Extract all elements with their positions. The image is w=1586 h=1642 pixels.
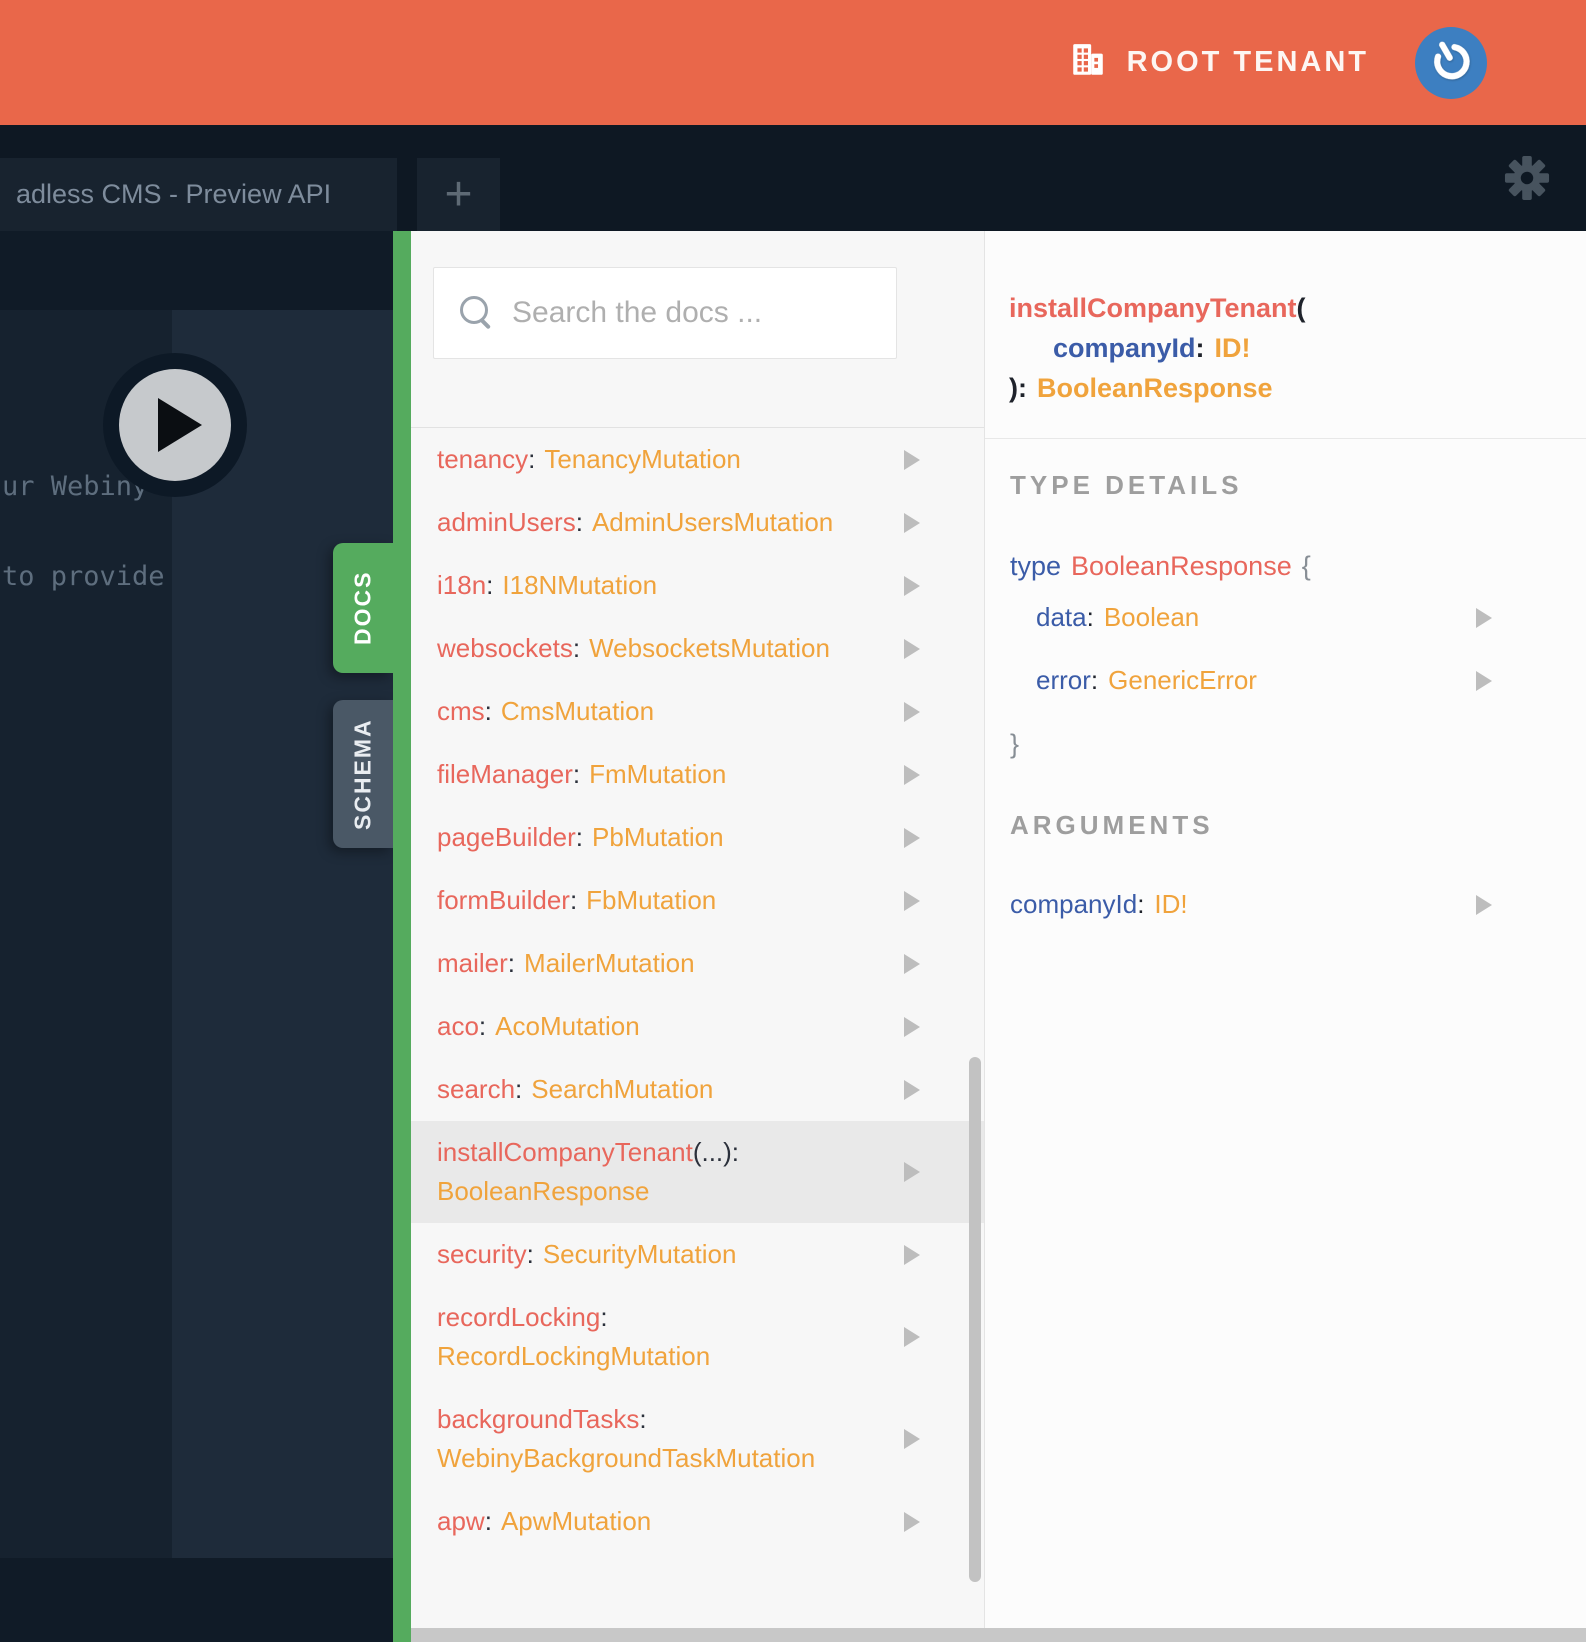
- field-detail-body: TYPE DETAILS type BooleanResponse{ data: B…: [985, 439, 1586, 936]
- docs-panel-accent-strip: [393, 231, 411, 1642]
- tab-bar: adless CMS - Preview API +: [0, 125, 1586, 231]
- docs-field-row-i18n[interactable]: i18n: I18NMutation: [411, 554, 984, 617]
- type-declaration: type BooleanResponse{: [1010, 551, 1311, 581]
- tenant-selector[interactable]: ROOT TENANT: [1069, 41, 1369, 84]
- docs-field-row-security[interactable]: security: SecurityMutation: [411, 1223, 984, 1286]
- expand-arrow-icon: [904, 890, 920, 911]
- session-tab-title: adless CMS - Preview API: [16, 179, 332, 209]
- vertical-scrollbar[interactable]: [969, 1057, 981, 1582]
- top-bar: ROOT TENANT: [0, 0, 1586, 125]
- docs-field-row-adminUsers[interactable]: adminUsers: AdminUsersMutation: [411, 491, 984, 554]
- expand-arrow-icon: [904, 764, 920, 785]
- expand-arrow-icon: [1476, 894, 1492, 915]
- docs-panel: tenancy:TenancyMutation adminUsers:Admin…: [411, 231, 984, 1642]
- app-screen: ROOT TENANT adless CMS - Preview API + u…: [0, 0, 1586, 1642]
- docs-field-row-search[interactable]: search: SearchMutation: [411, 1058, 984, 1121]
- signature-line-3: ): BooleanResponse: [1009, 373, 1273, 403]
- signature-line-1: installCompanyTenant(: [1009, 293, 1306, 323]
- expand-arrow-icon: [904, 701, 920, 722]
- power-icon: [1429, 38, 1473, 87]
- type-field-row-data[interactable]: data: Boolean: [1010, 586, 1586, 649]
- tenant-label: ROOT TENANT: [1126, 46, 1369, 78]
- expand-arrow-icon: [904, 953, 920, 974]
- docs-field-row-mailer[interactable]: mailer: MailerMutation: [411, 932, 984, 995]
- expand-arrow-icon: [904, 827, 920, 848]
- type-details-heading: TYPE DETAILS: [1010, 470, 1243, 500]
- expand-arrow-icon: [904, 1016, 920, 1037]
- search-input[interactable]: [512, 296, 898, 330]
- tab-schema[interactable]: SCHEMA: [333, 700, 393, 848]
- docs-field-row-cms[interactable]: cms: CmsMutation: [411, 680, 984, 743]
- building-icon: [1069, 41, 1107, 84]
- arguments-heading: ARGUMENTS: [1010, 810, 1214, 840]
- expand-arrow-icon: [904, 1244, 920, 1265]
- docs-field-row-aco[interactable]: aco: AcoMutation: [411, 995, 984, 1058]
- docs-field-row-tenancy[interactable]: tenancy: TenancyMutation: [411, 428, 984, 491]
- play-icon: [119, 369, 231, 481]
- tab-docs[interactable]: DOCS: [333, 543, 393, 673]
- expand-arrow-icon: [904, 1429, 920, 1449]
- query-editor-area[interactable]: ur Webiny to provide: [0, 231, 393, 1642]
- search-icon: [460, 296, 494, 330]
- session-tab[interactable]: adless CMS - Preview API: [0, 158, 397, 231]
- expand-arrow-icon: [904, 1079, 920, 1100]
- signature-line-2: companyId: ID!: [1053, 333, 1251, 363]
- execute-query-button[interactable]: [103, 353, 247, 497]
- docs-field-row-recordLocking[interactable]: recordLocking: RecordLockingMutation: [411, 1286, 984, 1388]
- docs-field-row-installCompanyTenant[interactable]: installCompanyTenant(...): BooleanRespons…: [411, 1121, 984, 1223]
- expand-arrow-icon: [904, 575, 920, 596]
- expand-arrow-icon: [1476, 607, 1492, 628]
- avatar[interactable]: [1415, 26, 1487, 99]
- expand-arrow-icon: [904, 1327, 920, 1347]
- docs-search-area: [411, 231, 984, 427]
- field-detail-panel: installCompanyTenant( companyId: ID! ): Bo…: [984, 231, 1586, 1642]
- expand-arrow-icon: [904, 1511, 920, 1532]
- plus-icon: +: [444, 167, 473, 221]
- docs-field-row-fileManager[interactable]: fileManager: FmMutation: [411, 743, 984, 806]
- editor-comment-line: to provide: [2, 561, 165, 592]
- docs-field-row-pageBuilder[interactable]: pageBuilder: PbMutation: [411, 806, 984, 869]
- new-tab-button[interactable]: +: [417, 158, 500, 231]
- argument-row-companyId[interactable]: companyId: ID!: [1010, 873, 1586, 936]
- type-field-row-error[interactable]: error: GenericError: [1010, 649, 1586, 712]
- gear-icon[interactable]: [1504, 155, 1550, 201]
- field-signature: installCompanyTenant( companyId: ID! ): Bo…: [985, 231, 1586, 439]
- docs-field-row-formBuilder[interactable]: formBuilder: FbMutation: [411, 869, 984, 932]
- expand-arrow-icon: [904, 449, 920, 470]
- docs-field-row-apw[interactable]: apw: ApwMutation: [411, 1490, 984, 1553]
- docs-search-box[interactable]: [433, 267, 898, 359]
- expand-arrow-icon: [904, 638, 920, 659]
- expand-arrow-icon: [1476, 670, 1492, 691]
- docs-field-row-backgroundTasks[interactable]: backgroundTasks: WebinyBackgroundTaskMuta…: [411, 1388, 984, 1490]
- docs-field-list: tenancy: TenancyMutation adminUsers: Admin…: [411, 427, 984, 1553]
- editor-secondary-pane: [172, 310, 393, 1558]
- type-close-brace: }: [1010, 729, 1020, 759]
- docs-field-row-websockets[interactable]: websockets: WebsocketsMutation: [411, 617, 984, 680]
- expand-arrow-icon: [904, 1162, 920, 1182]
- horizontal-scrollbar[interactable]: [411, 1628, 1586, 1642]
- expand-arrow-icon: [904, 512, 920, 533]
